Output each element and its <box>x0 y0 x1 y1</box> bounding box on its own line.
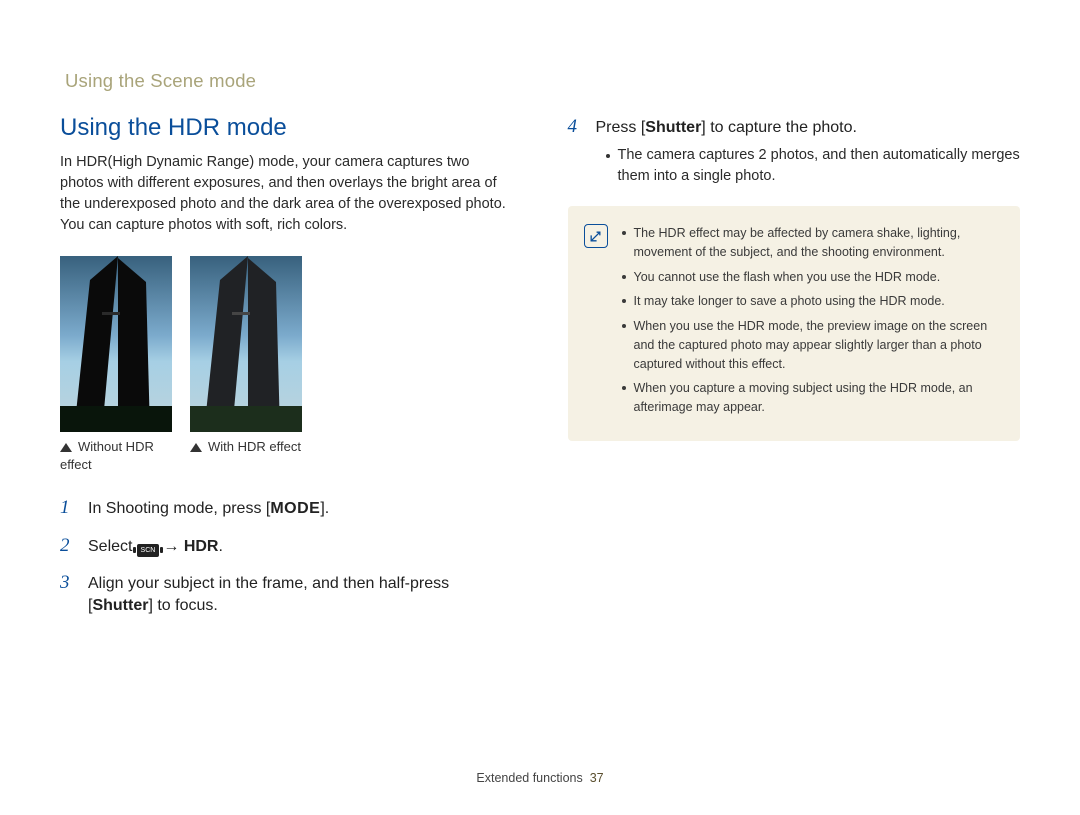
breadcrumb-header: Using the Scene mode <box>60 70 1020 92</box>
example-image-with-hdr <box>190 256 302 432</box>
step-1: 1 In Shooting mode, press [MODE]. <box>60 495 513 521</box>
shutter-label: Shutter <box>92 597 148 614</box>
step-4-sub-bullet: The camera captures 2 photos, and then a… <box>606 145 1021 189</box>
right-column: 4 Press [Shutter] to capture the photo. … <box>568 114 1021 629</box>
mode-button-label: MODE <box>270 500 320 517</box>
tip-item: It may take longer to save a photo using… <box>622 292 999 311</box>
tip-item: The HDR effect may be affected by camera… <box>622 224 999 262</box>
tip-item: You cannot use the flash when you use th… <box>622 268 999 287</box>
note-icon <box>584 224 608 248</box>
note-panel: The HDR effect may be affected by camera… <box>568 206 1021 441</box>
section-title: Using the HDR mode <box>60 114 513 142</box>
arrow-up-icon <box>60 443 72 452</box>
step-number: 3 <box>60 570 78 616</box>
step-number: 1 <box>60 495 78 521</box>
hdr-label: HDR <box>184 538 219 555</box>
page-footer: Extended functions 37 <box>0 771 1080 785</box>
arrow-up-icon <box>190 443 202 452</box>
tip-item: When you capture a moving subject using … <box>622 379 999 417</box>
step-number: 2 <box>60 533 78 559</box>
page-number: 37 <box>590 771 604 785</box>
caption-without-hdr: Without HDR effect <box>60 438 172 473</box>
example-image-without-hdr <box>60 256 172 432</box>
step-3: 3 Align your subject in the frame, and t… <box>60 570 513 616</box>
step-2: 2 Select SCN → HDR. <box>60 533 513 559</box>
scene-icon: SCN <box>137 544 159 557</box>
left-column: Using the HDR mode In HDR(High Dynamic R… <box>60 114 513 629</box>
footer-section-name: Extended functions <box>476 771 582 785</box>
shutter-label: Shutter <box>645 119 701 136</box>
intro-paragraph: In HDR(High Dynamic Range) mode, your ca… <box>60 152 513 236</box>
tip-item: When you use the HDR mode, the preview i… <box>622 317 999 373</box>
step-number: 4 <box>568 114 586 188</box>
caption-with-hdr: With HDR effect <box>190 438 302 473</box>
step-4: 4 Press [Shutter] to capture the photo. … <box>568 114 1021 188</box>
